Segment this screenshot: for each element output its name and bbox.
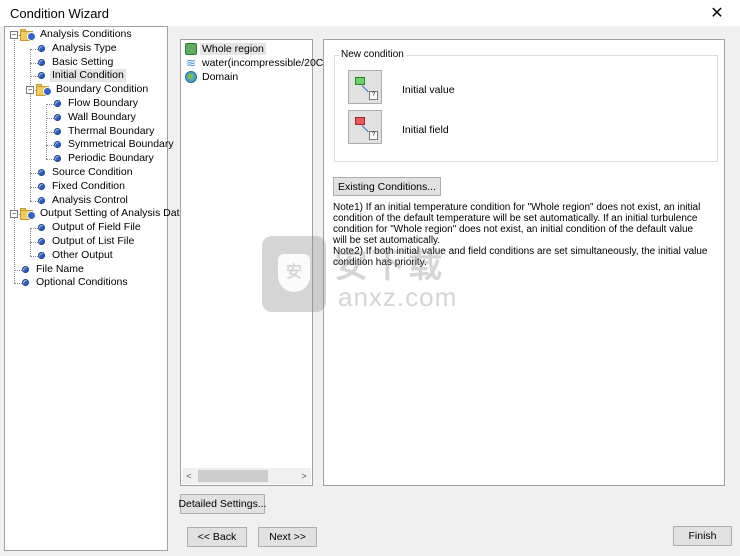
tree-item-label: Source Condition: [52, 166, 133, 178]
bullet-icon: [38, 58, 45, 66]
next-button[interactable]: Next >>: [258, 527, 317, 547]
new-condition-legend: New condition: [339, 49, 406, 60]
initial-field-label: Initial field: [402, 124, 449, 136]
detailed-settings-button[interactable]: Detailed Settings...: [178, 494, 267, 514]
finish-button[interactable]: Finish: [673, 526, 732, 546]
red-square-icon: [355, 117, 365, 125]
title-bar: Condition Wizard ✕: [0, 0, 740, 26]
tree-item-label: Optional Conditions: [36, 276, 128, 289]
tree-item[interactable]: Output Setting of Analysis Data: [20, 207, 187, 220]
green-square-icon: [355, 77, 365, 85]
back-button[interactable]: << Back: [187, 527, 247, 547]
tree-item-label: File Name: [36, 262, 84, 275]
bullet-icon: [54, 100, 61, 107]
bullet-icon: [38, 196, 45, 204]
bullet-icon: [22, 265, 29, 273]
folder-icon: [20, 28, 36, 41]
watermark-logo: 安 安下载 anxz.com: [262, 236, 492, 316]
scrollbar-thumb[interactable]: [198, 470, 268, 482]
tree-item-label: Boundary Condition: [56, 83, 149, 96]
bullet-icon: [54, 141, 61, 149]
bullet-icon: [38, 182, 45, 190]
bullet-icon: [54, 113, 61, 121]
tree-item[interactable]: Flow Boundary: [52, 97, 140, 110]
region-item-label: water(incompressible/20C) r: [202, 57, 334, 69]
tree-item[interactable]: Analysis Control: [36, 194, 130, 207]
region-item[interactable]: ≋ water(incompressible/20C) r: [185, 56, 335, 70]
bullet-icon: [38, 72, 45, 80]
tree-item-label: Output of List File: [52, 235, 135, 247]
window-title: Condition Wizard: [10, 6, 109, 21]
scroll-left-arrow-icon[interactable]: <: [182, 468, 196, 484]
document-icon: ?: [369, 91, 378, 100]
bullet-icon: [54, 127, 61, 135]
bullet-icon: [22, 279, 29, 287]
document-icon: ?: [369, 131, 378, 140]
bullet-icon: [38, 251, 45, 259]
tree-item-label: Analysis Conditions: [40, 28, 132, 40]
initial-field-button[interactable]: ?: [348, 110, 382, 144]
region-item-label: Whole region: [200, 43, 266, 55]
water-wave-icon: ≋: [185, 56, 197, 70]
tree-item-label: Analysis Control: [52, 193, 128, 206]
tree-item[interactable]: Thermal Boundary: [52, 125, 156, 138]
bullet-icon: [54, 155, 61, 163]
tree-item-label: Periodic Boundary: [68, 152, 154, 165]
bullet-icon: [38, 238, 45, 245]
tree-item[interactable]: Basic Setting: [36, 56, 115, 69]
new-condition-group: New condition ? Initial value ? Initial …: [334, 49, 718, 162]
tree-item[interactable]: File Name: [20, 263, 86, 276]
tree-expander-icon[interactable]: −: [26, 86, 34, 95]
arrow-icon: [361, 85, 369, 93]
initial-value-label: Initial value: [402, 84, 455, 96]
wizard-step-tree[interactable]: − Analysis Conditions Analysis Type Basic S…: [4, 26, 185, 551]
tree-item[interactable]: Symmetrical Boundary: [52, 138, 176, 151]
cube-icon: [185, 43, 197, 55]
bullet-icon: [38, 224, 45, 232]
tree-item[interactable]: Output of Field File: [36, 221, 143, 234]
tree-item-label: Flow Boundary: [68, 97, 139, 109]
initial-value-button[interactable]: ?: [348, 70, 382, 104]
tree-item[interactable]: Source Condition: [36, 166, 135, 179]
tree-item-label: Output of Field File: [52, 221, 141, 234]
tree-item-label: Output Setting of Analysis Data: [40, 207, 186, 220]
tree-item[interactable]: Wall Boundary: [52, 111, 138, 124]
tree-guide-line: [30, 48, 31, 201]
tree-guide-line: [14, 35, 15, 284]
tree-item[interactable]: Output of List File: [36, 235, 136, 248]
close-icon[interactable]: ✕: [694, 0, 740, 26]
bullet-icon: [38, 169, 45, 176]
region-list-horizontal-scrollbar[interactable]: < >: [182, 468, 311, 484]
tree-item[interactable]: Initial Condition: [36, 69, 126, 83]
folder-icon: [20, 207, 36, 220]
scroll-right-arrow-icon[interactable]: >: [297, 468, 311, 484]
arrow-icon: [361, 125, 369, 133]
domain-icon: [185, 71, 197, 83]
tree-item[interactable]: Other Output: [36, 249, 115, 262]
tree-item-label: Symmetrical Boundary: [68, 138, 174, 151]
tree-expander-icon[interactable]: −: [10, 210, 18, 219]
tree-item-label: Fixed Condition: [52, 179, 125, 192]
tree-item-label: Other Output: [52, 248, 113, 261]
tree-item[interactable]: Boundary Condition: [36, 83, 150, 96]
bullet-icon: [38, 44, 45, 52]
tree-item-label: Initial Condition: [50, 69, 126, 83]
tree-expander-icon[interactable]: −: [10, 31, 18, 39]
tree-item[interactable]: Periodic Boundary: [52, 152, 156, 165]
shield-icon: 安: [262, 236, 326, 312]
tree-item-label: Analysis Type: [52, 41, 117, 54]
folder-icon: [36, 83, 52, 96]
tree-item[interactable]: Analysis Type: [36, 42, 119, 55]
region-item[interactable]: Whole region: [185, 42, 266, 56]
existing-conditions-button[interactable]: Existing Conditions...: [333, 177, 441, 196]
region-item[interactable]: Domain: [185, 70, 240, 84]
tree-item[interactable]: Fixed Condition: [36, 180, 127, 193]
tree-item-label: Thermal Boundary: [68, 124, 155, 137]
tree-item-label: Basic Setting: [52, 55, 114, 68]
tree-item-label: Wall Boundary: [68, 110, 136, 123]
tree-item[interactable]: Optional Conditions: [20, 276, 130, 289]
tree-item[interactable]: Analysis Conditions: [20, 28, 134, 41]
region-item-label: Domain: [202, 71, 239, 83]
